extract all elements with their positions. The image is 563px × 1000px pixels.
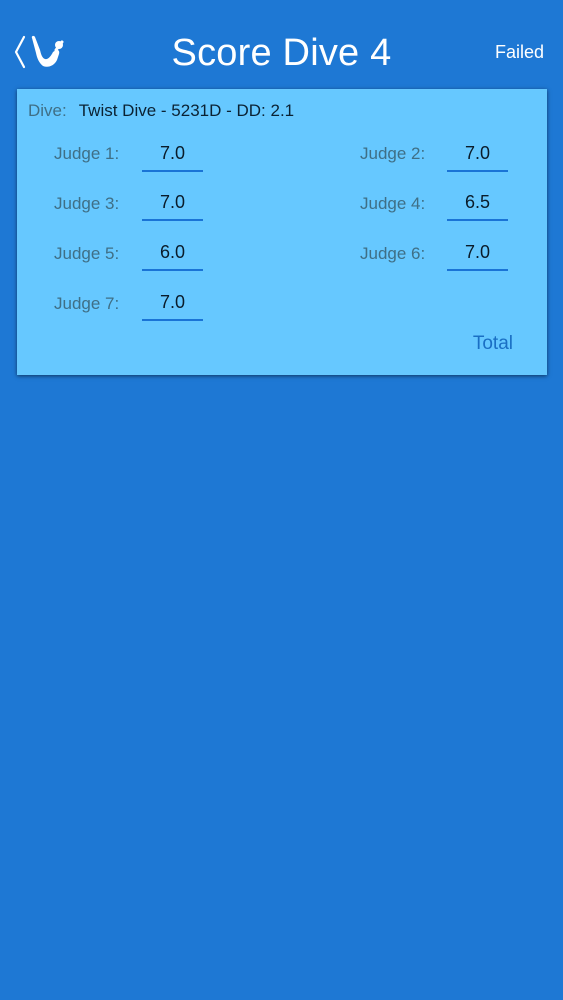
judge-2-score-field[interactable]: 7.0 <box>447 138 508 172</box>
failed-button[interactable]: Failed <box>495 41 544 63</box>
judge-4-score-field[interactable]: 6.5 <box>447 187 508 221</box>
navigation-bar: Score Dive 4 Failed <box>0 0 563 90</box>
judge-7-score-field[interactable]: 7.0 <box>142 287 203 321</box>
page-title: Score Dive 4 <box>171 32 392 74</box>
dive-info: Dive: Twist Dive - 5231D - DD: 2.1 <box>28 101 294 121</box>
judge-6-label: Judge 6: <box>360 244 426 263</box>
judge-2-label: Judge 2: <box>360 144 426 163</box>
total-button[interactable]: Total <box>473 332 513 356</box>
judge-6-score-field[interactable]: 7.0 <box>447 237 508 271</box>
judge-1-score-field[interactable]: 7.0 <box>142 138 203 172</box>
judge-1-label: Judge 1: <box>54 144 120 163</box>
back-button[interactable] <box>12 33 70 73</box>
judge-5-score-field[interactable]: 6.0 <box>142 237 203 271</box>
dive-value: Twist Dive - 5231D - DD: 2.1 <box>78 101 295 120</box>
score-card: Dive: Twist Dive - 5231D - DD: 2.1 Judge … <box>17 89 547 375</box>
judge-7-label: Judge 7: <box>54 294 120 313</box>
judge-3-label: Judge 3: <box>54 194 120 213</box>
judge-3-score-field[interactable]: 7.0 <box>142 187 203 221</box>
dive-label: Dive: <box>28 101 67 120</box>
judge-5-label: Judge 5: <box>54 244 120 263</box>
diver-back-icon <box>14 35 64 69</box>
judge-4-label: Judge 4: <box>360 194 426 213</box>
